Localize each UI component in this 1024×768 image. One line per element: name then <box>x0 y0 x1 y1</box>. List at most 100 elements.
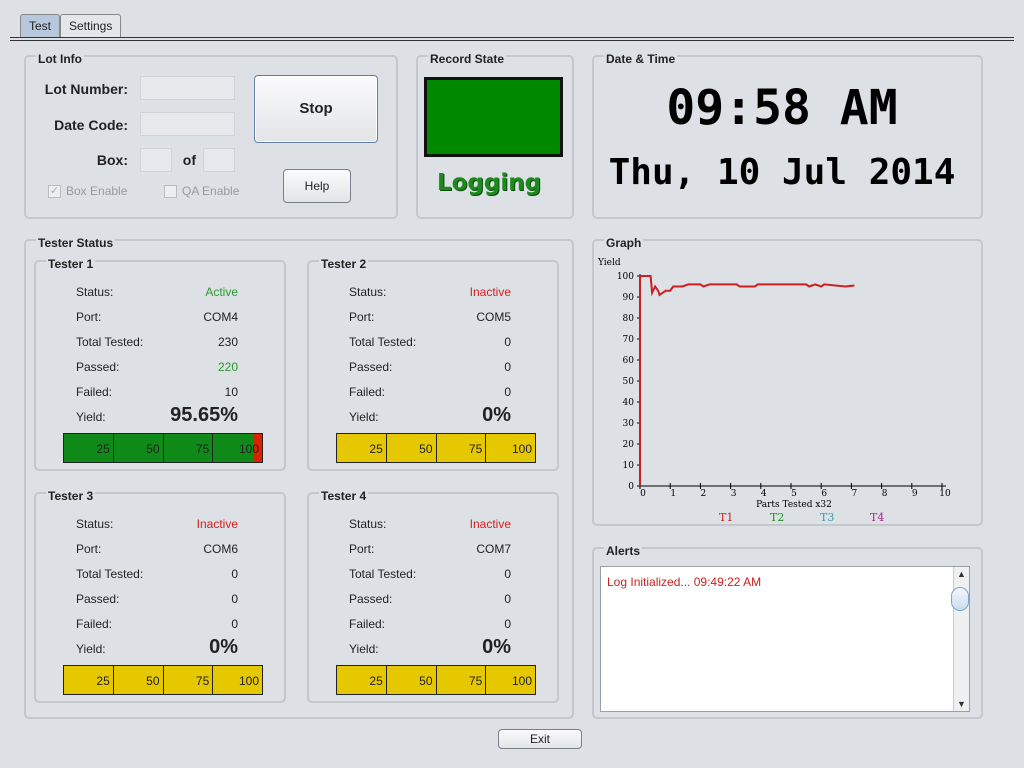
record-state-text: Logging <box>436 170 542 196</box>
help-button[interactable]: Help <box>283 169 351 203</box>
lot-number-label: Lot Number: <box>44 81 128 97</box>
tester-row-passed: Passed: 0 <box>349 360 511 376</box>
alerts-scrollbar[interactable]: ▲ ▼ <box>951 567 969 711</box>
yield-bar: 25 50 75 100 <box>336 665 536 695</box>
box-enable-label: Box Enable <box>66 184 128 198</box>
box-of-label: of <box>182 152 196 168</box>
tester-row-status: Status: Inactive <box>76 517 238 533</box>
tester-label-failed: Failed: <box>76 617 113 631</box>
tester-row-status: Status: Inactive <box>349 517 511 533</box>
box-enable-checkbox[interactable]: ✓ Box Enable <box>48 184 128 199</box>
date-code-label: Date Code: <box>54 117 128 133</box>
tester-value-yield: 0% <box>209 636 238 658</box>
yield-bar-tick: 75 <box>164 434 214 462</box>
tester-value-port: COM5 <box>476 310 511 324</box>
alerts-list[interactable]: Log Initialized... 09:49:22 AM ▲ ▼ <box>600 566 970 712</box>
scroll-thumb[interactable] <box>951 587 969 611</box>
yield-bar-tick: 100 <box>511 442 532 456</box>
tester-label-total-tested: Total Tested: <box>76 335 144 349</box>
yield-bar-tick: 100 <box>238 674 259 688</box>
yield-bar: 25 50 75 100 <box>63 433 263 463</box>
tester-label-failed: Failed: <box>76 385 113 399</box>
tester-value-yield: 0% <box>482 636 511 658</box>
tester-label-failed: Failed: <box>349 385 386 399</box>
tester-label-status: Status: <box>349 517 387 531</box>
yield-bar-tick: 50 <box>387 666 437 694</box>
scroll-down-icon[interactable]: ▼ <box>957 699 966 709</box>
tester-value-failed: 10 <box>224 385 238 399</box>
tester-row-port: Port: COM4 <box>76 310 238 326</box>
yield-chart: 0 10 20 30 40 50 60 70 80 90 100 0 1 2 3 4 5 6 7 8 9 10 Yield P… <box>597 258 951 524</box>
alerts-title: Alerts <box>604 544 643 558</box>
x-tick-label: 7 <box>852 489 858 499</box>
x-tick-label: 0 <box>640 489 646 499</box>
datetime-title: Date & Time <box>604 52 678 66</box>
stop-button[interactable]: Stop <box>254 75 378 143</box>
tester-value-status: Active <box>205 285 238 299</box>
exit-button[interactable]: Exit <box>498 729 582 749</box>
y-tick-label: 90 <box>623 293 635 303</box>
tester-row-failed: Failed: 0 <box>349 385 511 401</box>
tester-row-passed: Passed: 0 <box>349 592 511 608</box>
box-label: Box: <box>96 152 128 168</box>
tester-row-total-tested: Total Tested: 230 <box>76 335 238 351</box>
tester-row-failed: Failed: 10 <box>76 385 238 401</box>
record-state-indicator <box>424 77 563 157</box>
legend-t4: T4 <box>870 511 884 524</box>
tester-value-total-tested: 230 <box>217 335 238 349</box>
scroll-up-icon[interactable]: ▲ <box>957 569 966 579</box>
tester-value-failed: 0 <box>504 385 511 399</box>
tester-label-status: Status: <box>76 517 114 531</box>
tester-label-passed: Passed: <box>76 592 120 606</box>
alert-item: Log Initialized... 09:49:22 AM <box>607 575 762 589</box>
tab-test[interactable]: Test <box>20 14 61 38</box>
tester-value-failed: 0 <box>504 617 511 631</box>
x-tick-label: 3 <box>731 489 737 499</box>
tester-row-yield: Yield: 95.65% <box>76 404 238 426</box>
qa-enable-check-icon <box>164 185 177 199</box>
x-tick-label: 4 <box>761 489 767 499</box>
y-tick-label: 10 <box>623 461 635 471</box>
lot-number-field[interactable] <box>140 76 235 100</box>
y-tick-label: 20 <box>623 440 635 450</box>
y-axis-label: Yield <box>597 258 621 268</box>
tester-value-port: COM7 <box>476 542 511 556</box>
tester-name: Tester 4 <box>319 489 369 503</box>
tester-label-status: Status: <box>76 285 114 299</box>
legend-t1: T1 <box>719 511 733 524</box>
y-tick-label: 0 <box>628 482 634 492</box>
date-code-field[interactable] <box>140 112 235 136</box>
tester-label-yield: Yield: <box>349 642 379 656</box>
box-number-field[interactable] <box>140 148 172 172</box>
tester-value-failed: 0 <box>231 617 238 631</box>
tester-value-total-tested: 0 <box>231 567 238 581</box>
tester-value-passed: 0 <box>231 592 238 606</box>
y-tick-label: 60 <box>623 356 635 366</box>
box-total-field[interactable] <box>203 148 235 172</box>
tester-value-passed: 220 <box>217 360 238 374</box>
tester-value-status: Inactive <box>469 517 511 531</box>
tester-label-failed: Failed: <box>349 617 386 631</box>
yield-bar-tick: 75 <box>437 666 487 694</box>
legend-t3: T3 <box>820 511 834 524</box>
tester-value-port: COM6 <box>203 542 238 556</box>
y-tick-label: 50 <box>623 377 635 387</box>
tester-value-total-tested: 0 <box>504 567 511 581</box>
box-enable-check-icon: ✓ <box>48 185 61 199</box>
tester-value-port: COM4 <box>203 310 238 324</box>
legend-t2: T2 <box>770 511 784 524</box>
tester-row-yield: Yield: 0% <box>349 636 511 658</box>
yield-bar-tick: 25 <box>337 434 387 462</box>
yield-bar-tick: 50 <box>387 434 437 462</box>
qa-enable-checkbox[interactable]: QA Enable <box>164 184 239 199</box>
yield-bar: 25 50 75 100 <box>63 665 263 695</box>
tab-divider <box>10 37 1014 38</box>
tester-row-status: Status: Active <box>76 285 238 301</box>
tester-label-yield: Yield: <box>349 410 379 424</box>
clock-time: 09:58 AM <box>666 80 898 136</box>
tester-label-passed: Passed: <box>76 360 120 374</box>
tester-label-status: Status: <box>349 285 387 299</box>
tester-row-status: Status: Inactive <box>349 285 511 301</box>
tab-settings[interactable]: Settings <box>60 14 122 38</box>
record-state-title: Record State <box>428 52 507 66</box>
